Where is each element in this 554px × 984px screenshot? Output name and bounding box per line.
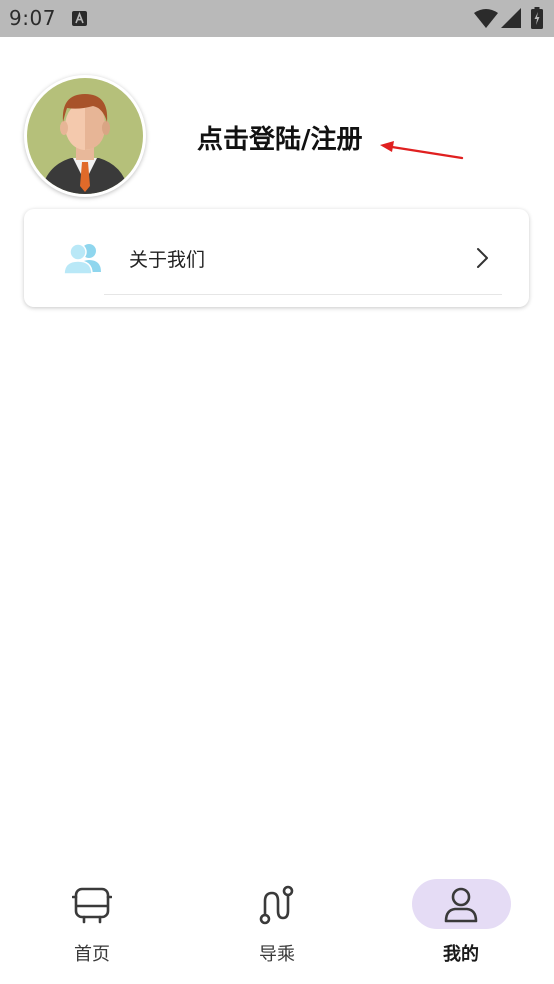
nav-tab-guide[interactable]: 导乘 — [185, 862, 369, 984]
menu-card: 关于我们 — [24, 209, 529, 307]
nav-label-mine: 我的 — [443, 944, 479, 965]
a-notification-icon — [72, 11, 87, 26]
status-bar: 9:07 — [0, 0, 554, 37]
menu-item-about-us[interactable]: 关于我们 — [24, 209, 529, 307]
bottom-nav: 首页 导乘 我的 — [0, 862, 554, 984]
nav-tab-mine[interactable]: 我的 — [369, 862, 553, 984]
avatar[interactable] — [24, 75, 146, 197]
battery-icon — [531, 7, 543, 29]
red-arrow-annotation — [380, 141, 464, 160]
bus-icon — [72, 887, 112, 924]
chevron-right-icon — [477, 248, 488, 268]
login-register-link[interactable]: 点击登陆/注册 — [197, 119, 363, 156]
nav-tab-home[interactable]: 首页 — [0, 862, 184, 984]
route-icon — [259, 885, 294, 925]
status-time: 9:07 — [9, 6, 56, 30]
menu-item-label: 关于我们 — [129, 249, 206, 271]
nav-label-home: 首页 — [74, 944, 110, 965]
signal-icon — [501, 8, 521, 28]
users-icon — [63, 243, 101, 275]
wifi-icon — [474, 9, 498, 28]
profile-screen: 9:07 点击登陆/注册 关于我们 首页 导乘 我的 — [0, 0, 554, 984]
person-icon — [444, 887, 478, 923]
nav-label-guide: 导乘 — [259, 944, 295, 965]
user-avatar-icon — [27, 78, 143, 194]
divider — [104, 294, 502, 295]
